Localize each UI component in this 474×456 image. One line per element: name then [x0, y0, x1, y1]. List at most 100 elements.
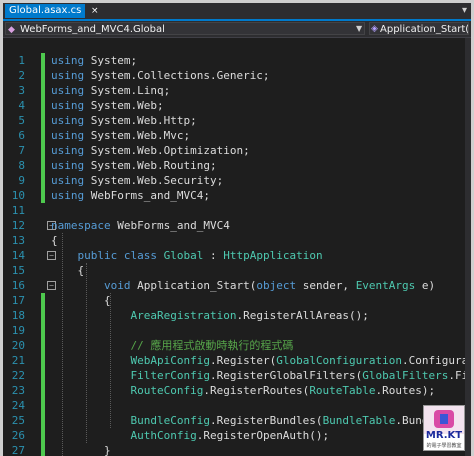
code-line[interactable]: 12− namespace WebForms_and_MVC4 — [3, 218, 471, 233]
code-line[interactable]: 8 using System.Web.Routing; — [3, 158, 471, 173]
code-text: public class Global : HttpApplication — [77, 249, 323, 262]
code-text: { — [51, 294, 111, 307]
code-text: using System.Collections.Generic; — [51, 69, 270, 82]
code-line[interactable]: 3 using System.Linq; — [3, 83, 471, 98]
code-line[interactable]: 23 RouteConfig.RegisterRoutes(RouteTable… — [3, 383, 471, 398]
document-tab-strip: Global.asax.cs × ▾ — [3, 3, 471, 21]
code-line[interactable]: 25 BundleConfig.RegisterBundles(BundleTa… — [3, 413, 471, 428]
change-marker — [41, 53, 45, 68]
code-text: using System.Web.Security; — [51, 174, 224, 187]
line-number: 12 — [11, 219, 25, 232]
code-text: using System.Web.Http; — [51, 114, 197, 127]
code-editor[interactable]: 1 using System; 2 using System.Collections.… — [3, 38, 471, 456]
code-text: } — [51, 444, 111, 456]
change-marker — [41, 113, 45, 128]
code-text: using System.Web.Routing; — [51, 159, 217, 172]
code-text: BundleConfig.RegisterBundles(BundleTable… — [130, 414, 461, 427]
code-text: FilterConfig.RegisterGlobalFilters(Globa… — [130, 369, 471, 382]
change-marker — [41, 383, 45, 398]
code-line[interactable]: 27 } — [3, 443, 471, 456]
change-marker — [41, 428, 45, 443]
change-marker — [41, 98, 45, 113]
code-line[interactable]: 9 using System.Web.Security; — [3, 173, 471, 188]
tab-label: Global.asax.cs — [9, 5, 82, 16]
code-line[interactable]: 2 using System.Collections.Generic; — [3, 68, 471, 83]
line-number: 3 — [18, 84, 25, 97]
change-marker — [41, 68, 45, 83]
code-line[interactable]: 6 using System.Web.Mvc; — [3, 128, 471, 143]
line-number: 20 — [11, 339, 25, 352]
change-marker — [41, 143, 45, 158]
line-number: 24 — [11, 399, 25, 412]
code-line[interactable]: 10 using WebForms_and_MVC4; — [3, 188, 471, 203]
change-marker — [41, 173, 45, 188]
logo-mark-inner — [440, 414, 448, 424]
change-marker — [41, 158, 45, 173]
type-selector-dropdown[interactable]: ◆ WebForms_and_MVC4.Global — [5, 22, 365, 35]
code-line[interactable]: 15 { — [3, 263, 471, 278]
code-text: void Application_Start(object sender, Ev… — [103, 279, 436, 292]
code-text: { — [51, 234, 58, 247]
code-line[interactable]: 1 using System; — [3, 53, 471, 68]
code-text: namespace WebForms_and_MVC4 — [51, 219, 230, 232]
code-line[interactable]: 24 — [3, 398, 471, 413]
line-number: 13 — [11, 234, 25, 247]
tab-global-asax-cs[interactable]: Global.asax.cs — [5, 4, 86, 18]
type-selector-value: WebForms_and_MVC4.Global — [20, 24, 165, 35]
code-text: using System.Linq; — [51, 84, 171, 97]
change-marker — [41, 293, 45, 308]
line-number: 18 — [11, 309, 25, 322]
code-line[interactable]: 26 AuthConfig.RegisterOpenAuth(); — [3, 428, 471, 443]
vertical-scrollbar[interactable] — [465, 38, 471, 456]
code-line[interactable] — [3, 38, 471, 53]
line-number: 25 — [11, 414, 25, 427]
line-number: 11 — [11, 204, 25, 217]
code-line[interactable]: 11 — [3, 203, 471, 218]
watermark-text: MR.KT — [425, 430, 463, 441]
code-text: // 應用程式啟動時執行的程式碼 — [130, 339, 294, 352]
member-selector-dropdown[interactable]: ◈ Application_Start(object sender — [369, 22, 469, 35]
change-marker — [41, 413, 45, 428]
member-selector-value: Application_Start(object sender — [380, 24, 469, 35]
line-number: 10 — [11, 189, 25, 202]
code-line[interactable]: 13 { — [3, 233, 471, 248]
code-line[interactable]: 20 // 應用程式啟動時執行的程式碼 — [3, 338, 471, 353]
change-marker — [41, 443, 45, 456]
code-line[interactable]: 7 using System.Web.Optimization; — [3, 143, 471, 158]
change-marker — [41, 368, 45, 383]
change-marker — [41, 353, 45, 368]
code-text: using System.Web.Mvc; — [51, 129, 191, 142]
change-marker — [41, 308, 45, 323]
change-marker — [41, 398, 45, 413]
line-number: 27 — [11, 444, 25, 456]
line-number: 4 — [18, 99, 25, 112]
chevron-down-icon[interactable]: ▾ — [462, 4, 467, 18]
code-line[interactable]: 5 using System.Web.Http; — [3, 113, 471, 128]
code-line[interactable]: 17 { — [3, 293, 471, 308]
chevron-down-icon[interactable]: ▼ — [356, 22, 362, 35]
code-line[interactable]: 4 using System.Web; — [3, 98, 471, 113]
change-marker — [41, 188, 45, 203]
code-text: WebApiConfig.Register(GlobalConfiguratio… — [130, 354, 471, 367]
line-number: 5 — [18, 114, 25, 127]
line-number: 7 — [18, 144, 25, 157]
change-marker — [41, 338, 45, 353]
code-line[interactable]: 19 — [3, 323, 471, 338]
code-line[interactable]: 21 WebApiConfig.Register(GlobalConfigura… — [3, 353, 471, 368]
code-text: { — [51, 264, 85, 277]
code-line[interactable]: 18 AreaRegistration.RegisterAllAreas(); — [3, 308, 471, 323]
code-text: using System.Web.Optimization; — [51, 144, 250, 157]
change-marker — [41, 128, 45, 143]
class-icon: ◆ — [8, 25, 15, 35]
code-line[interactable]: 22 FilterConfig.RegisterGlobalFilters(Gl… — [3, 368, 471, 383]
code-line[interactable]: 14− public class Global : HttpApplicatio… — [3, 248, 471, 263]
line-number: 15 — [11, 264, 25, 277]
line-number: 16 — [11, 279, 25, 292]
code-text: using System.Web; — [51, 99, 164, 112]
line-number: 2 — [18, 69, 25, 82]
line-number: 8 — [18, 159, 25, 172]
watermark-subtext: 的電子學習教室 — [426, 443, 462, 449]
close-icon[interactable]: × — [91, 4, 99, 18]
watermark-logo: MR.KT 的電子學習教室 — [423, 405, 465, 451]
code-line[interactable]: 16− void Application_Start(object sender… — [3, 278, 471, 293]
